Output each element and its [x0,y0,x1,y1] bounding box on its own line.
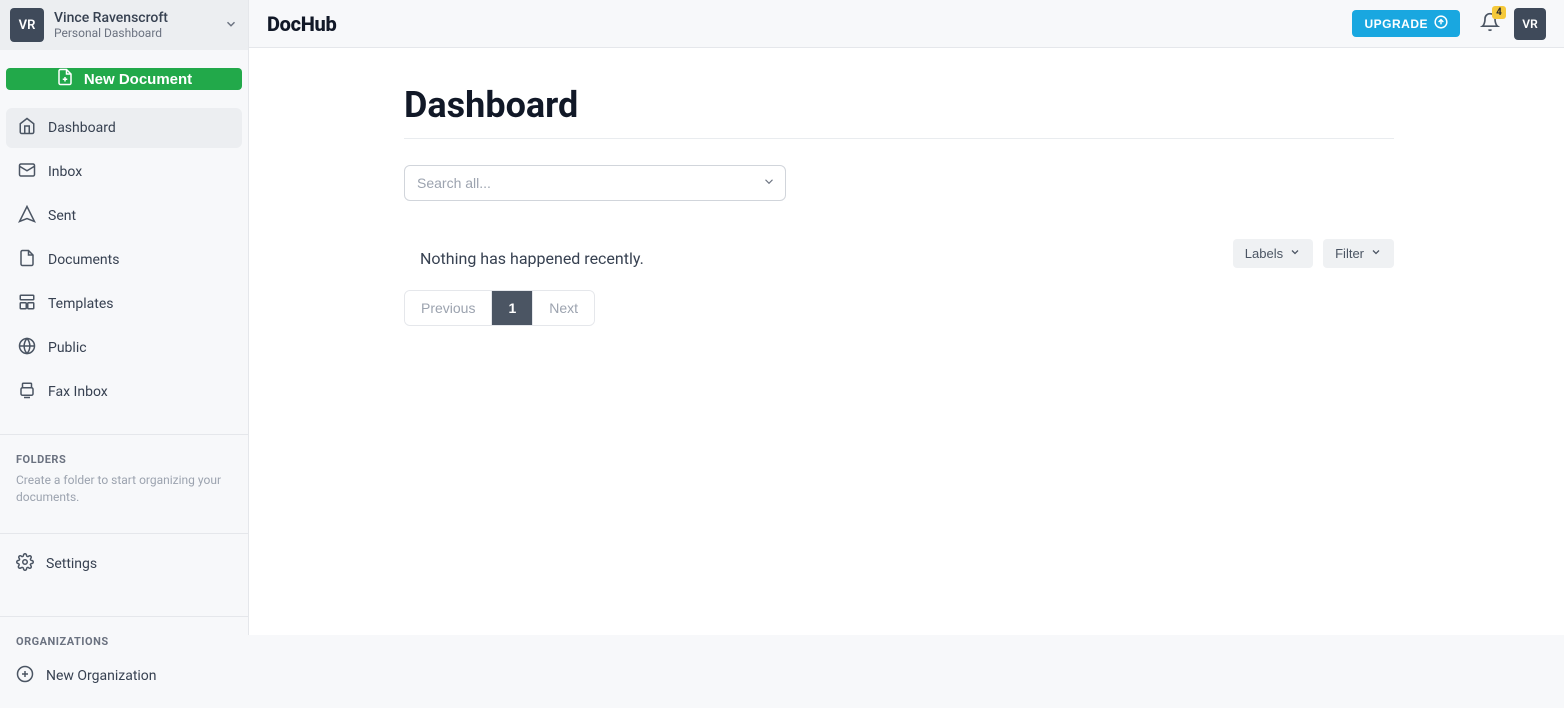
new-document-button[interactable]: New Document [6,68,242,90]
sent-icon [18,205,36,227]
home-icon [18,117,36,139]
arrow-up-circle-icon [1434,15,1448,32]
sidebar-item-label: Inbox [48,164,82,180]
main-content: Dashboard Nothing has happened recently.… [249,48,1564,635]
chevron-down-icon [1370,246,1382,261]
pagination-page-1[interactable]: 1 [492,291,533,325]
pagination-previous[interactable]: Previous [405,291,492,325]
user-menu-avatar[interactable]: VR [1514,8,1546,40]
user-switcher[interactable]: VR Vince Ravenscroft Personal Dashboard [0,0,248,50]
sidebar-item-public[interactable]: Public [6,328,242,368]
labels-label: Labels [1245,246,1283,261]
labels-dropdown[interactable]: Labels [1233,239,1313,268]
organizations-title: ORGANIZATIONS [16,635,232,648]
globe-icon [18,337,36,359]
upgrade-label: UPGRADE [1364,17,1428,31]
chevron-down-icon [1289,246,1301,261]
sidebar-item-inbox[interactable]: Inbox [6,152,242,192]
sidebar-item-label: New Organization [46,668,157,684]
templates-icon [18,293,36,315]
fax-icon [18,381,36,403]
page-title: Dashboard [404,84,1394,139]
sidebar-item-label: Fax Inbox [48,384,108,400]
new-document-label: New Document [84,71,192,88]
search-input[interactable] [404,165,786,201]
sidebar-item-fax-inbox[interactable]: Fax Inbox [6,372,242,412]
folders-hint: Create a folder to start organizing your… [16,472,232,507]
sidebar-item-label: Settings [46,556,97,572]
filter-label: Filter [1335,246,1364,261]
user-subtitle: Personal Dashboard [54,26,224,40]
upgrade-button[interactable]: UPGRADE [1352,10,1460,37]
file-icon [18,249,36,271]
empty-state-message: Nothing has happened recently. [420,241,644,268]
file-plus-icon [56,68,74,90]
sidebar-item-sent[interactable]: Sent [6,196,242,236]
sidebar-item-templates[interactable]: Templates [6,284,242,324]
search-wrap [404,165,786,201]
mail-icon [18,161,36,183]
bell-icon [1480,17,1500,36]
folders-title: FOLDERS [16,453,232,466]
brand-logo[interactable]: DocHub [267,12,336,36]
sidebar-item-label: Sent [48,208,76,224]
notification-badge: 4 [1492,6,1506,19]
pagination-next[interactable]: Next [533,291,594,325]
sidebar-item-label: Templates [48,296,114,312]
folders-section: FOLDERS Create a folder to start organiz… [0,434,248,515]
sidebar-item-label: Documents [48,252,119,268]
organizations-section: ORGANIZATIONS New Organization [0,616,248,708]
user-name: Vince Ravenscroft [54,10,224,26]
sidebar-item-label: Dashboard [48,120,116,136]
sidebar-item-settings[interactable]: Settings [16,544,232,584]
sidebar: VR Vince Ravenscroft Personal Dashboard … [0,0,249,635]
avatar: VR [10,8,44,42]
sidebar-item-label: Public [48,340,87,356]
new-organization-button[interactable]: New Organization [16,656,232,696]
chevron-down-icon [224,16,238,35]
notifications-button[interactable]: 4 [1480,12,1500,36]
pagination: Previous 1 Next [404,290,595,326]
primary-nav: Dashboard Inbox Sent Documents Templates… [0,108,248,416]
sidebar-item-dashboard[interactable]: Dashboard [6,108,242,148]
topbar: DocHub UPGRADE 4 VR [249,0,1564,48]
gear-icon [16,553,34,575]
plus-circle-icon [16,665,34,687]
sidebar-item-documents[interactable]: Documents [6,240,242,280]
settings-section: Settings [0,533,248,598]
filter-dropdown[interactable]: Filter [1323,239,1394,268]
